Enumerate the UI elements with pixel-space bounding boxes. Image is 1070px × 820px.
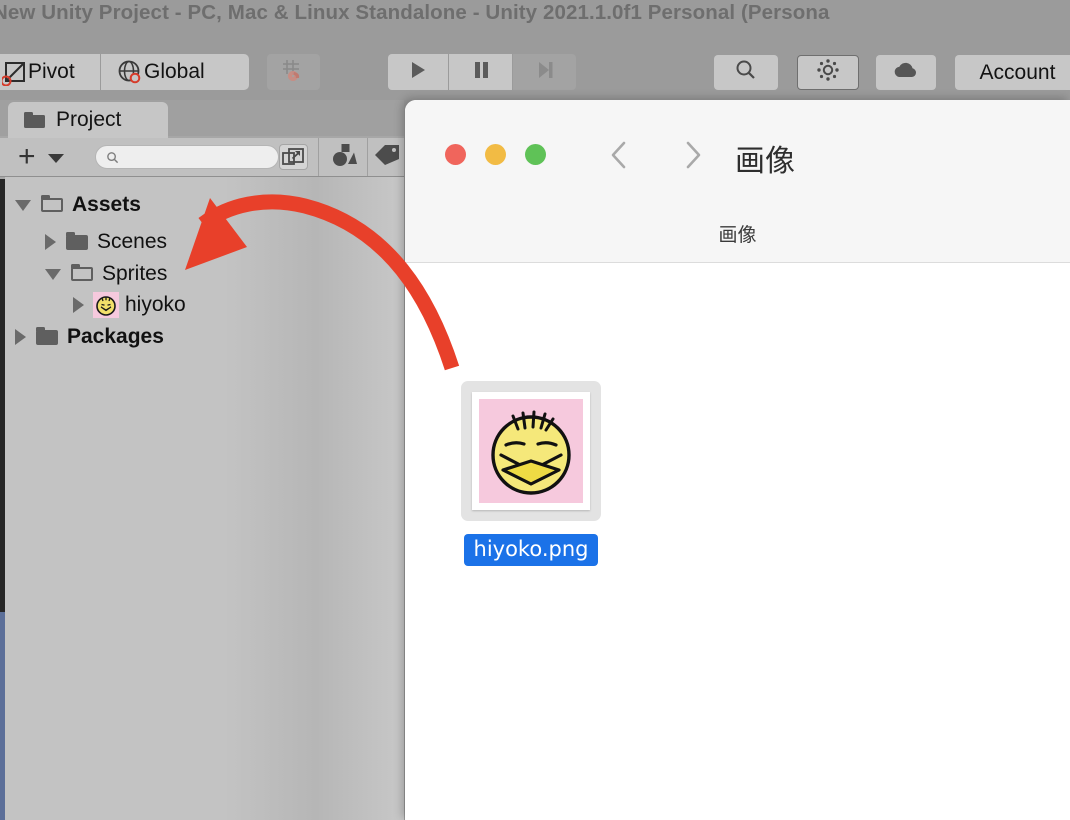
- asset-type-filter-button[interactable]: [320, 138, 366, 176]
- pause-button[interactable]: [449, 54, 512, 90]
- caret-down-icon[interactable]: [48, 154, 64, 163]
- screenshot-root: New Unity Project - PC, Mac & Linux Stan…: [0, 0, 1070, 820]
- disclosure-triangle-closed-icon[interactable]: [73, 297, 84, 313]
- pivot-rotate-icon: [0, 60, 28, 91]
- tree-item-label: Scenes: [97, 230, 168, 253]
- tree-item-packages[interactable]: Packages: [15, 322, 164, 352]
- folder-closed-icon: [66, 231, 89, 251]
- project-toolbar: +: [0, 138, 404, 177]
- unity-title-bar: New Unity Project - PC, Mac & Linux Stan…: [0, 0, 1070, 44]
- toolbar-separator: [318, 138, 319, 176]
- panel-left-edge-highlight: [0, 612, 5, 820]
- pivot-toggle-button[interactable]: Pivot: [0, 54, 100, 90]
- global-label: Global: [144, 60, 205, 83]
- unity-toolbar: Pivot Global Account: [0, 44, 1070, 100]
- finder-folder-title: 画像: [735, 144, 795, 179]
- search-icon: [106, 151, 119, 164]
- pivot-label: Pivot: [28, 60, 75, 83]
- tree-item-scenes[interactable]: Scenes: [45, 227, 167, 257]
- asset-type-filter-icon: [329, 142, 357, 173]
- file-item-hiyoko[interactable]: hiyoko.png: [455, 381, 607, 566]
- chevron-right-icon[interactable]: [677, 138, 707, 172]
- account-button[interactable]: Account: [955, 55, 1070, 90]
- grid-snap-button[interactable]: [267, 54, 320, 90]
- folder-closed-icon: [36, 326, 59, 346]
- tree-item-assets[interactable]: Assets: [15, 190, 141, 220]
- globe-icon: [116, 59, 144, 92]
- hiyoko-image-thumbnail: [472, 392, 590, 510]
- traffic-light-minimize[interactable]: [485, 144, 506, 165]
- tree-item-sprites[interactable]: Sprites: [45, 259, 167, 289]
- project-search-input[interactable]: [95, 145, 279, 169]
- tree-item-hiyoko[interactable]: hiyoko: [73, 290, 186, 320]
- account-label: Account: [979, 61, 1056, 84]
- tag-filter-icon: [373, 142, 401, 173]
- traffic-light-close[interactable]: [445, 144, 466, 165]
- panel-left-edge-dark: [0, 179, 5, 612]
- project-tab-bar: Project: [0, 100, 404, 138]
- chevron-left-icon[interactable]: [605, 138, 635, 172]
- file-thumbnail-container[interactable]: [461, 381, 601, 521]
- disclosure-triangle-open-icon[interactable]: [45, 268, 61, 280]
- unity-window-title: New Unity Project - PC, Mac & Linux Stan…: [0, 1, 830, 24]
- breadcrumb: 画像: [718, 224, 757, 246]
- toolbar-separator-2: [367, 138, 368, 176]
- folder-open-icon: [41, 194, 64, 214]
- search-icon: [734, 58, 758, 87]
- play-button[interactable]: [388, 54, 448, 90]
- finder-window: 画像 画像 hiyoko.png: [405, 100, 1070, 820]
- folder-open-icon: [71, 263, 94, 283]
- disclosure-triangle-closed-icon[interactable]: [15, 329, 26, 345]
- grid-snap-icon: [281, 57, 307, 88]
- services-button[interactable]: [797, 55, 859, 90]
- tree-item-label: Assets: [72, 193, 141, 216]
- tree-item-label: Packages: [67, 325, 164, 348]
- step-forward-icon: [536, 60, 554, 85]
- project-tab-label: Project: [56, 108, 122, 131]
- pause-icon: [472, 60, 490, 85]
- toolbar-search-button[interactable]: [714, 55, 778, 90]
- tab-project[interactable]: Project: [8, 102, 168, 138]
- cloud-button[interactable]: [876, 55, 936, 90]
- folder-icon: [24, 112, 45, 128]
- project-asset-tree: Assets Scenes Sprites hiyoko Packages: [5, 177, 404, 820]
- file-name-label[interactable]: hiyoko.png: [463, 534, 599, 566]
- create-asset-button[interactable]: +: [18, 142, 36, 172]
- cloud-icon: [892, 59, 920, 86]
- tree-item-label: hiyoko: [125, 293, 186, 316]
- hiyoko-sprite-icon: [93, 292, 119, 318]
- play-icon: [409, 60, 427, 85]
- finder-title-bar: 画像 画像: [405, 100, 1070, 263]
- finder-file-grid: hiyoko.png: [405, 263, 1070, 820]
- tree-item-label: Sprites: [102, 262, 168, 285]
- step-button[interactable]: [513, 54, 576, 90]
- project-panel: Project + Assets Scenes Sprites hiyoko P…: [0, 100, 404, 820]
- disclosure-triangle-closed-icon[interactable]: [45, 234, 56, 250]
- traffic-light-maximize[interactable]: [525, 144, 546, 165]
- disclosure-triangle-open-icon[interactable]: [15, 199, 31, 211]
- expand-window-icon[interactable]: [279, 144, 308, 170]
- services-dots-icon: [815, 57, 841, 88]
- global-toggle-button[interactable]: Global: [101, 54, 249, 90]
- tag-filter-button[interactable]: [369, 138, 405, 176]
